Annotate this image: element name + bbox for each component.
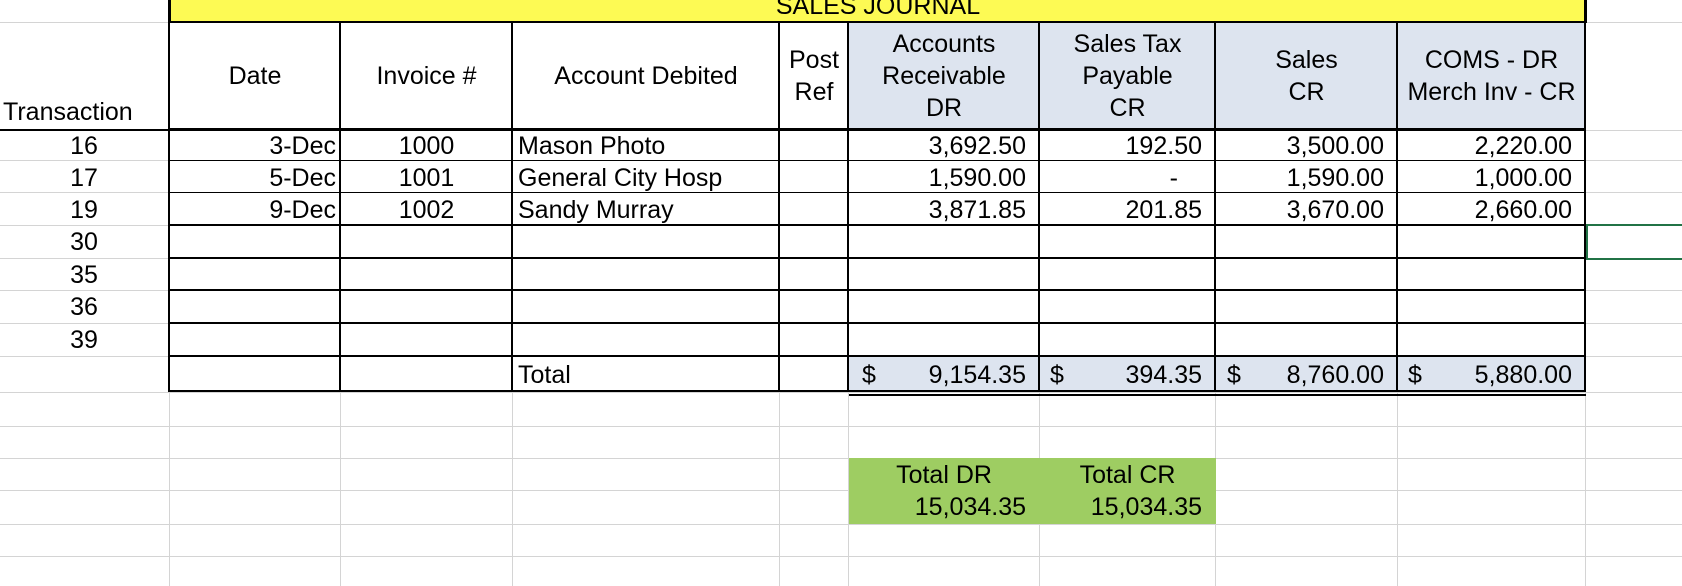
ar-cell[interactable]: 1,590.00 <box>849 164 1026 192</box>
total-sales[interactable]: 8,760.00 <box>1216 361 1384 389</box>
coms-cell[interactable]: 1,000.00 <box>1398 164 1572 192</box>
tax-cell[interactable]: - <box>1040 164 1178 192</box>
transaction-cell[interactable]: 17 <box>0 164 168 192</box>
selected-cell[interactable] <box>1586 224 1682 260</box>
date-cell[interactable]: 9-Dec <box>170 196 336 224</box>
table-bottom-rule <box>168 390 1586 392</box>
header-sales-tax-payable: Sales Tax Payable CR <box>1073 30 1182 122</box>
date-cell[interactable]: 5-Dec <box>170 164 336 192</box>
transaction-cell[interactable]: 16 <box>0 132 168 160</box>
row-rule <box>168 224 1586 226</box>
date-cell[interactable]: 3-Dec <box>170 132 336 160</box>
journal-title: SALES JOURNAL <box>775 0 981 20</box>
invoice-cell[interactable]: 1000 <box>341 132 512 160</box>
total-dr-value[interactable]: 15,034.35 <box>849 493 1026 521</box>
header-date: Date <box>228 62 282 90</box>
header-sales: Sales CR <box>1275 46 1338 106</box>
coms-cell[interactable]: 2,660.00 <box>1398 196 1572 224</box>
transaction-cell[interactable]: 36 <box>0 293 168 321</box>
row-rule <box>168 192 1586 193</box>
total-coms[interactable]: 5,880.00 <box>1398 361 1572 389</box>
sales-cell[interactable]: 3,500.00 <box>1216 132 1384 160</box>
total-tax[interactable]: 394.35 <box>1040 361 1202 389</box>
header-rule-left <box>0 129 170 131</box>
header-transaction: Transaction <box>3 98 133 126</box>
header-invoice: Invoice # <box>376 62 477 90</box>
row-rule <box>168 289 1586 291</box>
transaction-cell[interactable]: 35 <box>0 261 168 289</box>
account-cell[interactable]: Sandy Murray <box>518 196 674 224</box>
header-account-debited: Account Debited <box>554 62 738 90</box>
header-rule <box>168 128 1586 131</box>
invoice-cell[interactable]: 1002 <box>341 196 512 224</box>
total-dr-label[interactable]: Total DR <box>849 461 1039 489</box>
total-label[interactable]: Total <box>518 361 571 389</box>
row-rule <box>168 322 1586 324</box>
tax-cell[interactable]: 192.50 <box>1040 132 1202 160</box>
account-cell[interactable]: General City Hosp <box>518 164 722 192</box>
journal-title-bar: SALES JOURNAL <box>169 0 1587 23</box>
table-border <box>1584 0 1586 392</box>
coms-cell[interactable]: 2,220.00 <box>1398 132 1572 160</box>
ar-cell[interactable]: 3,871.85 <box>849 196 1026 224</box>
total-cr-label[interactable]: Total CR <box>1040 461 1215 489</box>
row-rule <box>168 160 1586 161</box>
header-coms: COMS - DR Merch Inv - CR <box>1407 46 1576 106</box>
tax-cell[interactable]: 201.85 <box>1040 196 1202 224</box>
transaction-cell[interactable]: 19 <box>0 196 168 224</box>
total-cr-value[interactable]: 15,034.35 <box>1040 493 1202 521</box>
ar-cell[interactable]: 3,692.50 <box>849 132 1026 160</box>
table-border <box>778 22 780 392</box>
header-accounts-receivable: Accounts Receivable DR <box>882 30 1006 122</box>
account-cell[interactable]: Mason Photo <box>518 132 665 160</box>
row-rule <box>168 257 1586 259</box>
row-rule <box>168 355 1586 357</box>
double-underline <box>849 394 1586 396</box>
total-ar[interactable]: 9,154.35 <box>849 361 1026 389</box>
transaction-cell[interactable]: 39 <box>0 326 168 354</box>
sales-cell[interactable]: 3,670.00 <box>1216 196 1384 224</box>
sales-cell[interactable]: 1,590.00 <box>1216 164 1384 192</box>
transaction-cell[interactable]: 30 <box>0 228 168 256</box>
invoice-cell[interactable]: 1001 <box>341 164 512 192</box>
header-post-ref: Post Ref <box>788 46 840 106</box>
